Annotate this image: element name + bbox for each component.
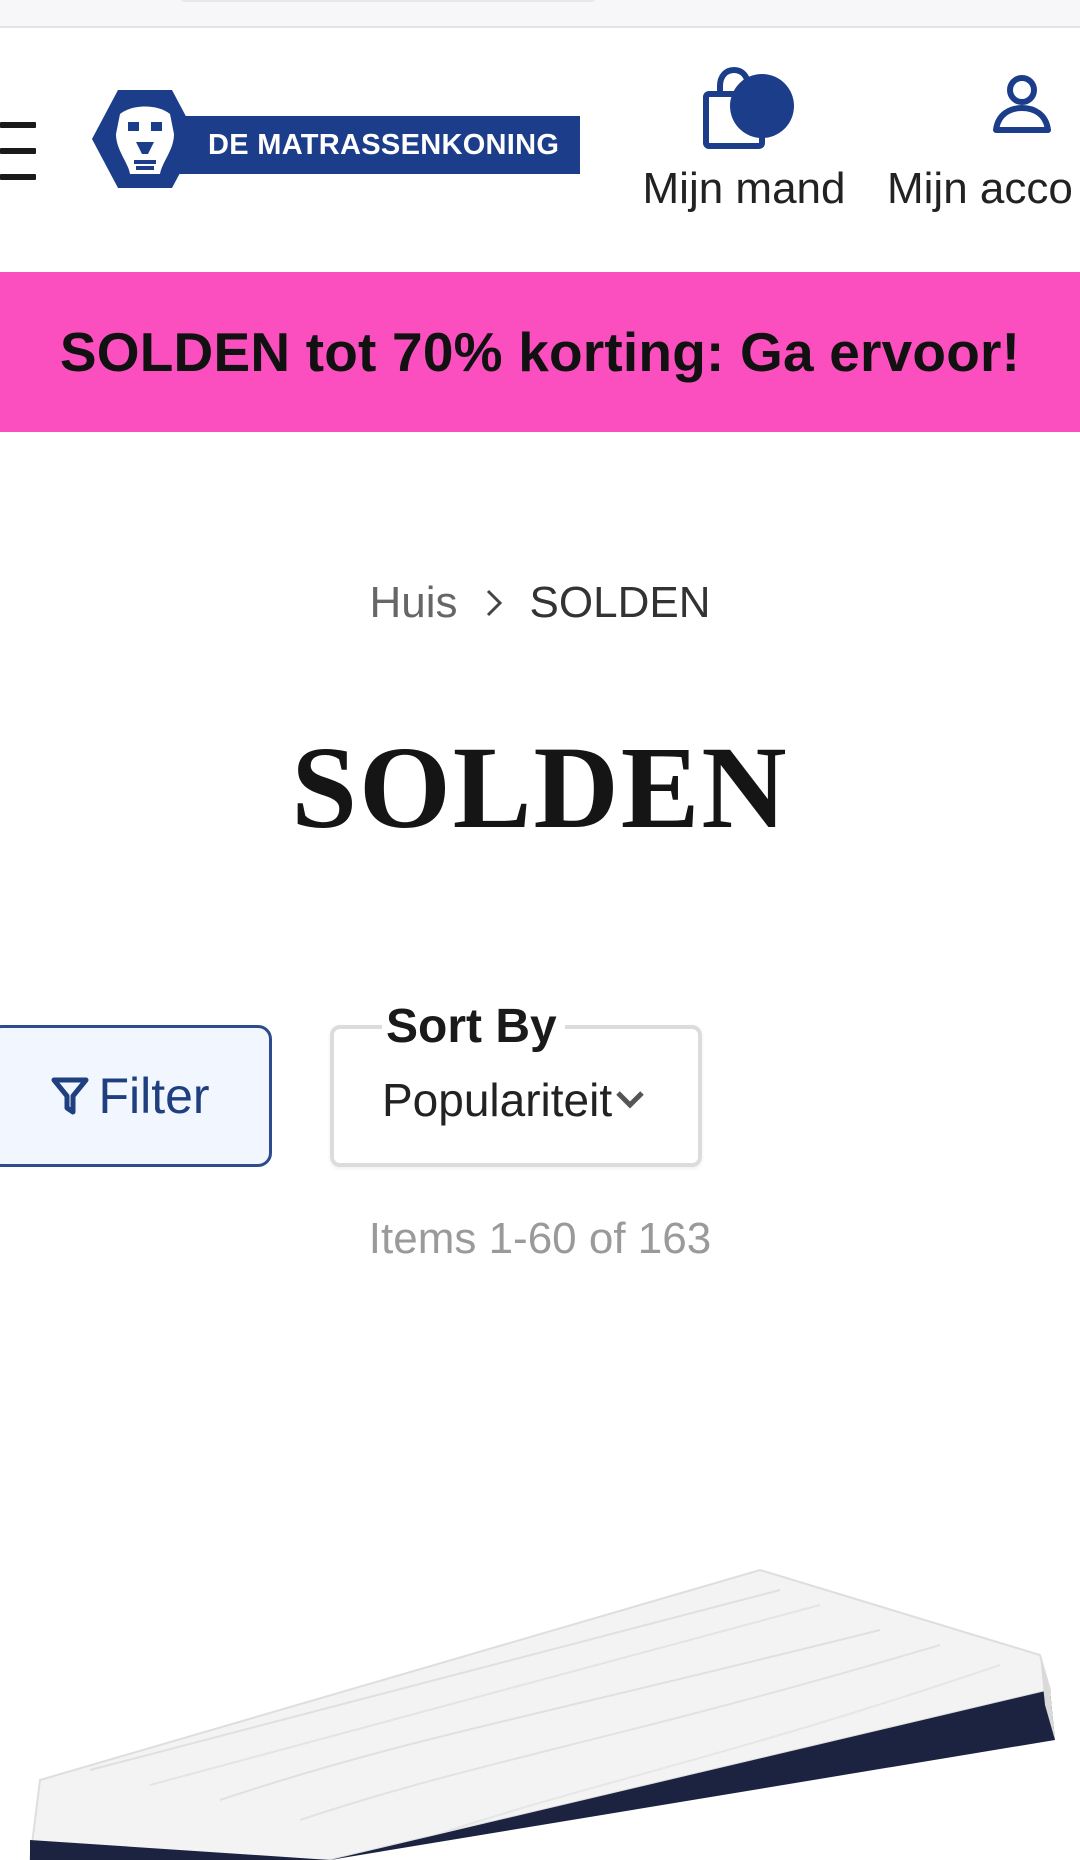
chevron-down-icon: [616, 1091, 644, 1109]
items-count: Items 1-60 of 163: [368, 1214, 712, 1263]
browser-top-strip: [0, 0, 1080, 28]
mattress-image: [28, 1568, 1055, 1860]
cart-label: Mijn mand: [642, 164, 846, 213]
page-title: SOLDEN: [291, 722, 789, 853]
product-image[interactable]: [0, 1440, 1080, 1860]
site-logo[interactable]: DE MATRASSENKONING: [90, 88, 590, 190]
url-bar-edge: [178, 0, 598, 2]
lion-logo-icon: [92, 90, 198, 188]
promo-text: SOLDEN tot 70% korting: Ga ervoor!: [59, 321, 1021, 383]
cart-button[interactable]: Mijn mand: [620, 66, 868, 216]
filter-label: Filter: [98, 1068, 210, 1124]
account-button[interactable]: Mijn acco: [880, 66, 1080, 216]
chevron-right-icon: [486, 589, 502, 617]
account-label: Mijn acco: [887, 164, 1073, 213]
breadcrumb-current: SOLDEN: [529, 578, 711, 627]
account-icon: [993, 75, 1051, 133]
promo-banner[interactable]: SOLDEN tot 70% korting: Ga ervoor!: [0, 272, 1080, 432]
logo-wordmark: DE MATRASSENKONING: [174, 116, 580, 174]
breadcrumb-home-link[interactable]: Huis: [370, 578, 458, 627]
filter-button[interactable]: Filter: [0, 1025, 272, 1167]
menu-icon[interactable]: [0, 122, 38, 182]
shopping-bag-icon: [703, 66, 794, 149]
sort-value: Populariteit: [382, 1074, 613, 1126]
sort-select[interactable]: Sort By Populariteit: [330, 999, 702, 1167]
site-header: DE MATRASSENKONING Mijn mand Mijn acco: [0, 28, 1080, 272]
sort-label: Sort By: [382, 999, 565, 1054]
breadcrumb: Huis SOLDEN: [0, 578, 1080, 628]
filter-funnel-icon: [51, 1077, 89, 1115]
